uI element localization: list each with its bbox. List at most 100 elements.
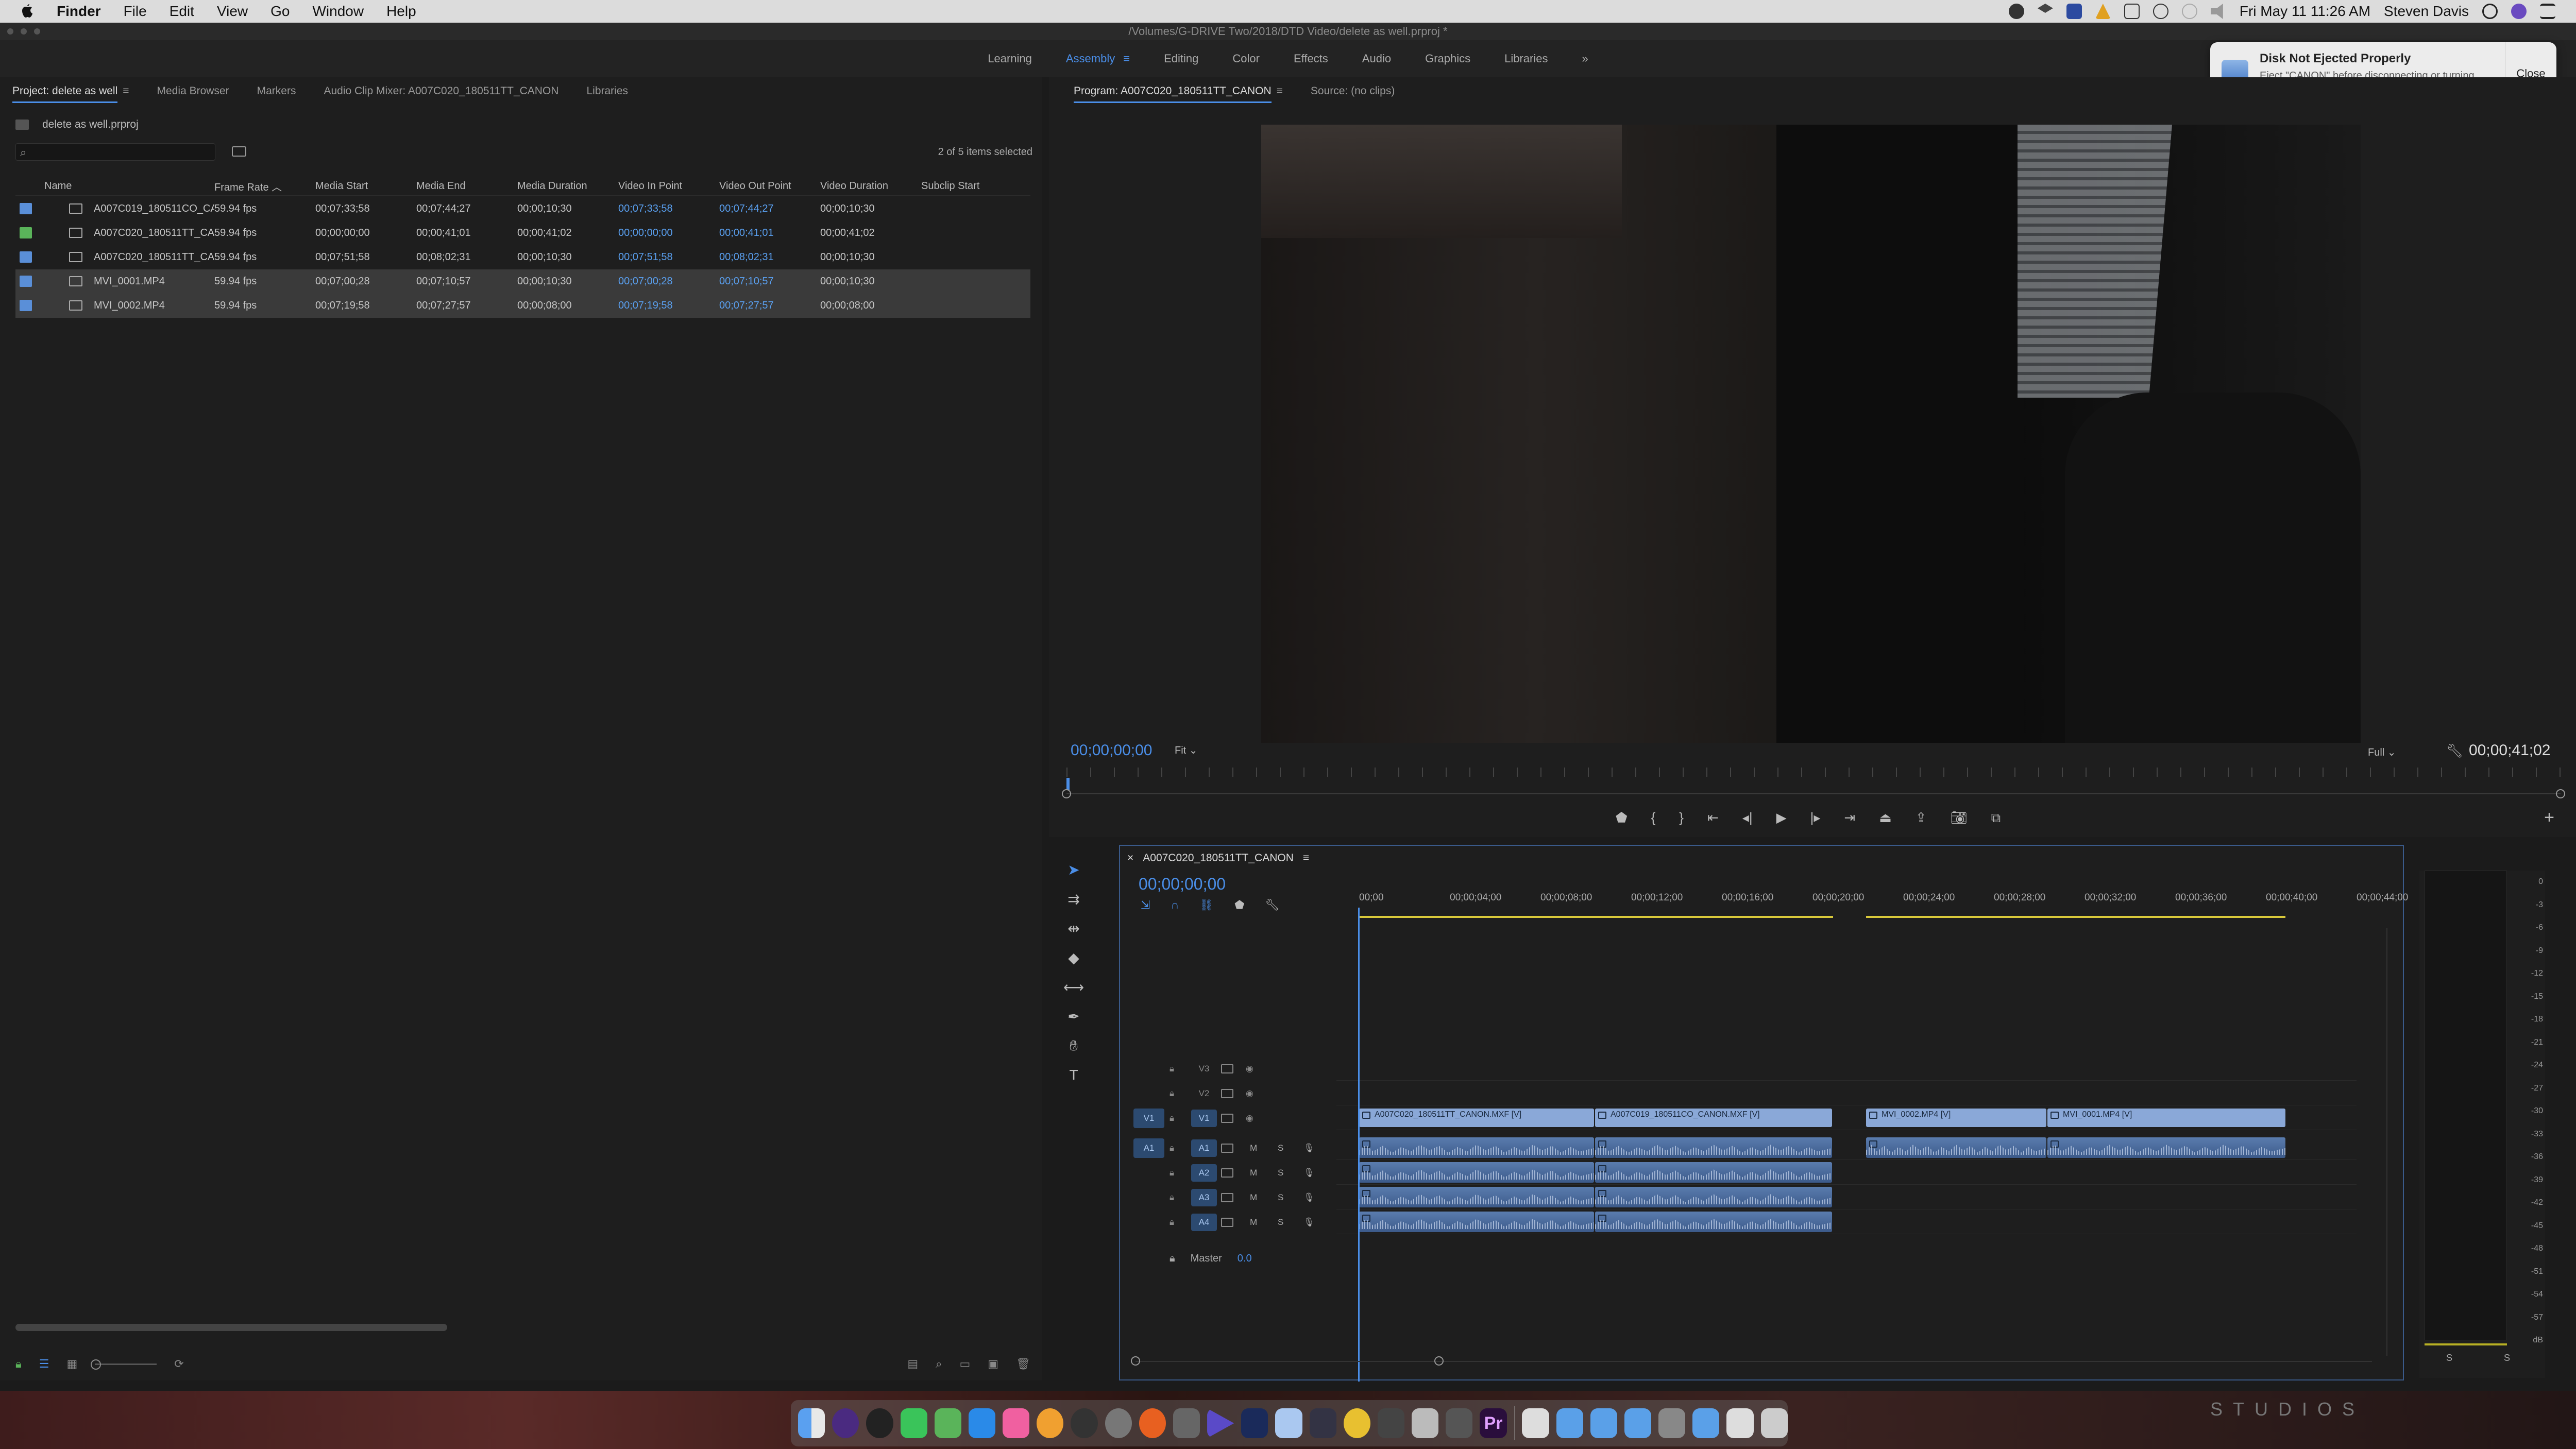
track-target-a2[interactable]: A2 — [1191, 1164, 1217, 1182]
add-marker-icon[interactable]: ⬟ — [1234, 898, 1244, 912]
col-video-out[interactable]: Video Out Point — [719, 180, 820, 192]
siri-dock-icon[interactable] — [832, 1408, 859, 1438]
menu-window[interactable]: Window — [312, 3, 364, 20]
col-media-duration[interactable]: Media Duration — [517, 180, 618, 192]
automate-to-sequence-icon[interactable]: ▤ — [907, 1357, 918, 1371]
menu-app-finder[interactable]: Finder — [57, 3, 101, 20]
track-target-a4[interactable]: A4 — [1191, 1214, 1217, 1231]
image-capture-dock-icon[interactable] — [1275, 1408, 1302, 1438]
menubar-user[interactable]: Steven Davis — [2384, 3, 2469, 20]
workspace-color[interactable]: Color — [1232, 52, 1260, 65]
project-search-input[interactable]: ⌕ — [15, 143, 215, 161]
voiceover-mic-icon[interactable]: 🎙︎ — [1303, 1217, 1315, 1228]
time-machine-dock-icon[interactable] — [1071, 1408, 1098, 1438]
workspace-effects[interactable]: Effects — [1294, 52, 1328, 65]
project-item-row[interactable]: MVI_0002.MP4 59.94 fps 00;07;19;58 00;07;27… — [15, 294, 1030, 318]
cell-video-in[interactable]: 00;07;33;58 — [618, 203, 719, 215]
label-color-swatch[interactable] — [20, 300, 32, 311]
program-playhead[interactable] — [1066, 778, 1070, 790]
mute-button[interactable]: M — [1250, 1143, 1257, 1153]
tab-source[interactable]: Source: (no clips) — [1311, 85, 1395, 97]
sync-lock-icon[interactable] — [1221, 1193, 1233, 1202]
col-media-start[interactable]: Media Start — [315, 180, 416, 192]
workspace-overflow-button[interactable]: » — [1582, 52, 1588, 65]
timeline-zoom-scrollbar[interactable] — [1131, 1356, 2372, 1366]
sync-lock-icon[interactable] — [1221, 1089, 1233, 1098]
audio-clip[interactable] — [1359, 1137, 1594, 1158]
creative-cloud-icon[interactable] — [2008, 4, 2024, 19]
applications-folder-dock-icon[interactable] — [1590, 1408, 1617, 1438]
photos-dock-icon[interactable] — [1037, 1408, 1064, 1438]
zoom-scroll-right-handle[interactable] — [1434, 1356, 1444, 1366]
timeline-playhead[interactable] — [1358, 908, 1360, 1382]
solo-left-button[interactable]: S — [2446, 1353, 2452, 1363]
menubar-clock[interactable]: Fri May 11 11:26 AM — [2240, 3, 2370, 20]
solo-button[interactable]: S — [1278, 1192, 1283, 1203]
col-subclip-start[interactable]: Subclip Start — [921, 180, 1022, 192]
step-forward-icon[interactable]: |▸ — [1810, 810, 1821, 826]
stack-dock-icon[interactable] — [1658, 1408, 1686, 1438]
menu-edit[interactable]: Edit — [170, 3, 194, 20]
col-video-in[interactable]: Video In Point — [618, 180, 719, 192]
system-preferences-dock-icon[interactable] — [1105, 1408, 1132, 1438]
toggle-output-eye-icon[interactable]: ◉ — [1246, 1113, 1253, 1123]
pen-tool-icon[interactable]: ✒︎ — [1067, 1008, 1079, 1025]
tab-project[interactable]: Project: delete as well — [12, 85, 118, 103]
track-target-v3[interactable]: V3 — [1191, 1060, 1217, 1078]
warning-icon[interactable] — [2095, 4, 2111, 19]
nest-icon[interactable]: ⇲ — [1141, 898, 1150, 912]
program-panel-menu-icon[interactable]: ≡ — [1277, 85, 1283, 97]
icon-view-icon[interactable]: ▦ — [66, 1357, 77, 1371]
new-item-icon[interactable]: ▣ — [988, 1357, 998, 1371]
hand-tool-icon[interactable]: ✋︎ — [1070, 1037, 1078, 1054]
solo-button[interactable]: S — [1278, 1217, 1283, 1228]
screenshot-dock-icon[interactable] — [1446, 1408, 1473, 1438]
track-target-v1[interactable]: V1 — [1191, 1110, 1217, 1127]
timeline-settings-wrench-icon[interactable]: 🔧︎ — [1265, 898, 1279, 912]
timeline-menu-icon[interactable]: ≡ — [1303, 852, 1309, 864]
zoom-scroll-left-handle[interactable] — [1131, 1356, 1140, 1366]
workspace-menu-icon[interactable]: ≡ — [1123, 52, 1130, 65]
volume-icon[interactable] — [2210, 4, 2223, 19]
menu-view[interactable]: View — [217, 3, 248, 20]
col-name[interactable]: Name — [15, 180, 214, 192]
compare-view-icon[interactable]: ⧉ — [1991, 810, 2001, 826]
app-store-dock-icon[interactable] — [968, 1408, 996, 1438]
lock-track-icon[interactable]: 🔒︎ — [1170, 1113, 1174, 1123]
cell-video-out[interactable]: 00;07;10;57 — [719, 276, 820, 287]
project-item-row[interactable]: A007C020_180511TT_CAN 59.94 fps 00;07;51;5… — [15, 245, 1030, 269]
zoom-level-select[interactable]: Fit ⌄ — [1175, 744, 1198, 757]
workspace-learning[interactable]: Learning — [988, 52, 1032, 65]
program-zoom-bar[interactable] — [1062, 789, 2565, 798]
spotlight-icon[interactable] — [2482, 4, 2498, 19]
trash-dock-icon[interactable] — [1760, 1408, 1788, 1438]
folder-dock-icon[interactable] — [1556, 1408, 1583, 1438]
siri-icon[interactable] — [2511, 4, 2527, 19]
mute-button[interactable]: M — [1250, 1217, 1257, 1228]
playback-resolution-select[interactable]: Full ⌄ — [2368, 746, 2396, 759]
button-editor-plus-icon[interactable]: + — [2544, 808, 2554, 828]
col-video-duration[interactable]: Video Duration — [820, 180, 921, 192]
step-back-icon[interactable]: ◂| — [1742, 810, 1753, 826]
menu-go[interactable]: Go — [270, 3, 290, 20]
project-horizontal-scrollbar[interactable] — [15, 1324, 447, 1331]
play-icon[interactable]: ▶ — [1776, 810, 1787, 826]
razor-tool-icon[interactable]: ◆ — [1068, 949, 1079, 966]
cell-video-out[interactable]: 00;08;02;31 — [719, 251, 820, 263]
list-view-icon[interactable]: ☰ — [39, 1357, 49, 1371]
mark-out-icon[interactable]: } — [1679, 810, 1684, 826]
chrome-dock-icon[interactable] — [1343, 1408, 1370, 1438]
tab-libraries[interactable]: Libraries — [586, 85, 628, 97]
voiceover-mic-icon[interactable]: 🎙︎ — [1303, 1168, 1315, 1178]
lift-icon[interactable]: ⏏ — [1879, 810, 1892, 826]
zoom-window-button[interactable] — [34, 28, 40, 35]
item-name[interactable]: MVI_0002.MP4 — [15, 300, 214, 312]
lock-icon[interactable]: 🔒︎ — [1170, 1253, 1175, 1265]
tab-markers[interactable]: Markers — [257, 85, 296, 97]
type-tool-icon[interactable]: T — [1069, 1067, 1078, 1083]
toggle-output-eye-icon[interactable]: ◉ — [1246, 1088, 1253, 1099]
move-icon[interactable] — [2124, 4, 2140, 19]
zoom-bar-right-handle[interactable] — [2556, 789, 2565, 798]
cell-video-in[interactable]: 00;07;51;58 — [618, 251, 719, 263]
program-video-frame[interactable] — [1261, 125, 2361, 743]
